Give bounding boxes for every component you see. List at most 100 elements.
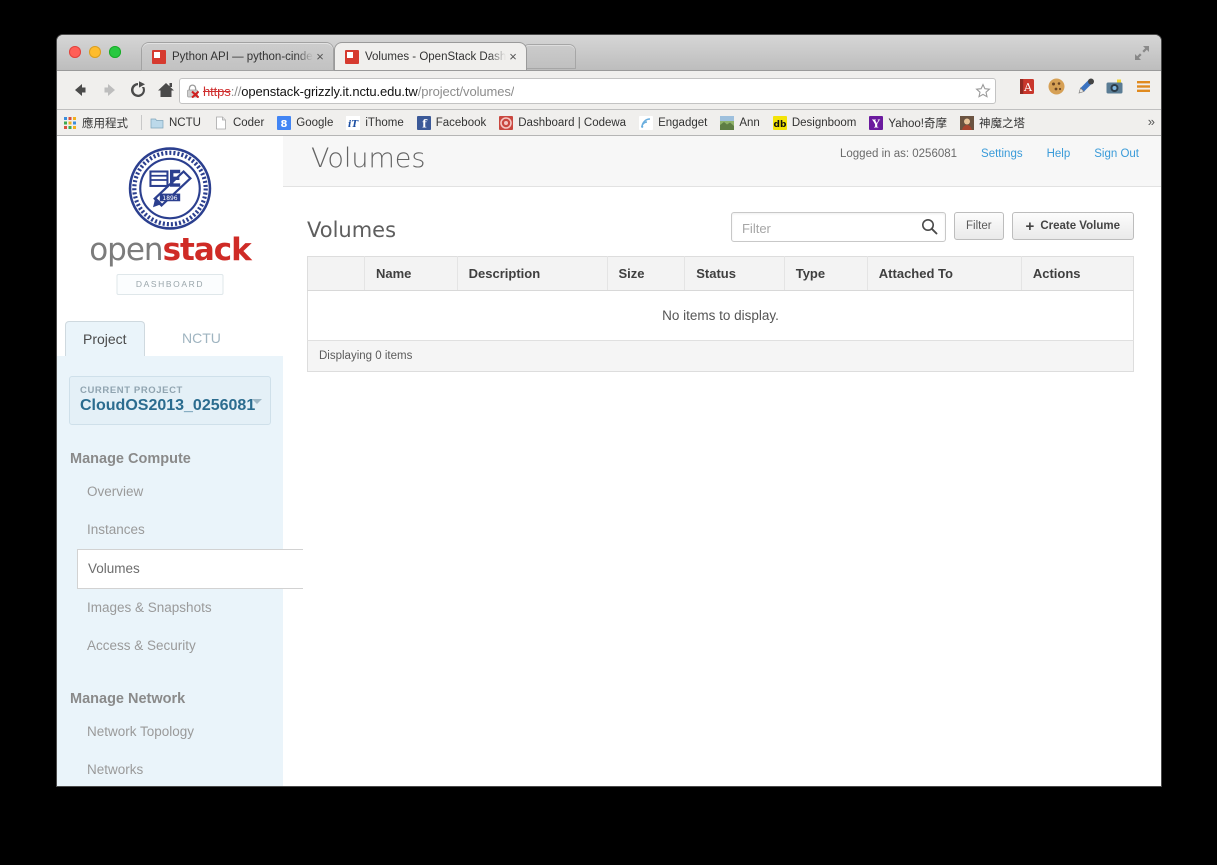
tab-title: Volumes - OpenStack Dash: [365, 50, 506, 63]
sidebar-item-networks[interactable]: Networks: [57, 751, 283, 786]
sidebar-item-overview[interactable]: Overview: [57, 473, 283, 511]
create-volume-button[interactable]: + Create Volume: [1011, 212, 1134, 240]
bookmark-yahoo[interactable]: Y Yahoo!奇摩: [869, 115, 947, 131]
tab-title: Python API — python-cinde: [172, 50, 313, 63]
bookmark-coder[interactable]: Coder: [214, 116, 264, 130]
fullscreen-icon[interactable]: [1133, 44, 1151, 62]
sidebar-nav: CURRENT PROJECT CloudOS2013_0256081 Mana…: [57, 356, 303, 786]
codewars-icon: [499, 115, 514, 130]
url-host: openstack-grizzly.it.nctu.edu.tw: [241, 83, 418, 99]
column-name[interactable]: Name: [364, 256, 458, 291]
url-text: https://openstack-grizzly.it.nctu.edu.tw…: [203, 84, 514, 99]
logo-open: open: [89, 232, 163, 268]
panel-toolbar: Volumes Filter + Create Volume: [307, 210, 1134, 256]
bookmark-label: Facebook: [435, 116, 487, 129]
minimize-window-button[interactable]: [89, 46, 101, 58]
bookmark-label: Dashboard | Codewa: [518, 116, 627, 129]
settings-link[interactable]: Settings: [981, 148, 1023, 160]
sidebar-item-access-security[interactable]: Access & Security: [57, 627, 283, 665]
forward-arrow-icon: [104, 84, 115, 96]
volumes-table: Name Description Size Status Type Attach…: [307, 256, 1134, 341]
nctu-seal-icon: 1896: [128, 147, 212, 230]
filter-button[interactable]: Filter: [953, 212, 1004, 240]
sidebar-item-images-snapshots[interactable]: Images & Snapshots: [57, 589, 283, 627]
sidebar-item-volumes[interactable]: Volumes: [77, 549, 303, 589]
current-project-name: CloudOS2013_0256081: [80, 397, 256, 414]
search-box[interactable]: [730, 212, 946, 243]
facebook-icon: f: [416, 115, 431, 130]
address-bar[interactable]: https://openstack-grizzly.it.nctu.edu.tw…: [179, 78, 996, 104]
sidebar: 1896 openstack DASHBOARD Project NCTU CU…: [57, 136, 303, 786]
sidebar-item-network-topology[interactable]: Network Topology: [57, 713, 283, 751]
folder-icon: [150, 116, 164, 130]
photo-icon: [720, 115, 735, 130]
broken-https-lock-icon[interactable]: [186, 84, 200, 99]
search-input[interactable]: [739, 213, 919, 243]
logged-in-as: Logged in as: 0256081: [840, 148, 958, 160]
svg-text:1896: 1896: [162, 195, 177, 202]
empty-message: No items to display.: [307, 290, 1134, 341]
bookmark-label: Engadget: [658, 116, 708, 129]
column-status[interactable]: Status: [684, 256, 785, 291]
browser-tab-2[interactable]: Volumes - OpenStack Dash ×: [335, 43, 526, 70]
back-arrow-icon[interactable]: [69, 79, 91, 101]
table-head: Name Description Size Status Type Attach…: [307, 256, 1134, 291]
home-icon[interactable]: [155, 79, 177, 101]
bookmark-ithome[interactable]: iT iThome: [346, 115, 404, 130]
close-window-button[interactable]: [69, 46, 81, 58]
volumes-panel: Volumes Filter + Create Volume: [307, 210, 1134, 372]
search-icon[interactable]: [921, 218, 938, 235]
google-icon: 8: [277, 115, 292, 130]
sidebar-item-instances[interactable]: Instances: [57, 511, 283, 549]
chrome-menu-icon[interactable]: [1134, 77, 1153, 96]
bookmark-label: Google: [296, 116, 334, 129]
bookmark-label: Designboom: [791, 116, 857, 129]
openstack-wordmark: openstack: [57, 232, 283, 268]
close-icon[interactable]: ×: [506, 50, 520, 63]
column-attached-to[interactable]: Attached To: [867, 256, 1022, 291]
bookmark-star-icon[interactable]: [975, 83, 991, 99]
zoom-window-button[interactable]: [109, 46, 121, 58]
bookmark-tos[interactable]: 神魔之塔: [960, 115, 1025, 131]
tab-nctu[interactable]: NCTU: [165, 321, 238, 356]
sidebar-tabs: Project NCTU: [57, 321, 283, 358]
cookie-icon[interactable]: [1047, 77, 1066, 96]
create-volume-label: Create Volume: [1040, 219, 1120, 232]
bookmark-designboom[interactable]: db Designboom: [772, 115, 857, 130]
bookmark-apps[interactable]: 應用程式: [63, 115, 128, 131]
column-select: [307, 256, 365, 291]
bookmark-label: Coder: [232, 116, 265, 129]
sign-out-link[interactable]: Sign Out: [1094, 148, 1139, 160]
bookmark-codewars[interactable]: Dashboard | Codewa: [499, 115, 627, 130]
tab-project[interactable]: Project: [65, 321, 145, 358]
eyedropper-icon[interactable]: [1076, 77, 1095, 96]
bookmark-engadget[interactable]: Engadget: [639, 115, 708, 130]
close-icon[interactable]: ×: [313, 50, 327, 63]
svg-text:iT: iT: [348, 120, 359, 130]
camera-icon[interactable]: [1105, 77, 1124, 96]
bookmark-label: iThome: [365, 116, 404, 129]
bookmark-nctu[interactable]: NCTU: [150, 116, 201, 130]
content-header: Volumes Logged in as: 0256081 Settings H…: [283, 136, 1161, 187]
reload-icon[interactable]: [127, 79, 149, 101]
chevron-down-icon[interactable]: [252, 399, 262, 404]
main-content: Volumes Logged in as: 0256081 Settings H…: [283, 136, 1161, 786]
tos-icon: [960, 115, 974, 130]
group-heading-manage-network: Manage Network: [70, 691, 186, 707]
browser-tab-1[interactable]: Python API — python-cinde ×: [142, 43, 333, 70]
help-link[interactable]: Help: [1047, 148, 1071, 160]
column-description[interactable]: Description: [457, 256, 608, 291]
bookmark-label: 神魔之塔: [979, 117, 1025, 130]
current-project-selector[interactable]: CURRENT PROJECT CloudOS2013_0256081: [69, 376, 271, 425]
bookmark-facebook[interactable]: f Facebook: [416, 115, 487, 130]
column-size[interactable]: Size: [607, 256, 686, 291]
new-tab-button[interactable]: [523, 45, 575, 68]
column-type[interactable]: Type: [784, 256, 868, 291]
bookmark-google[interactable]: 8 Google: [277, 115, 334, 130]
dictionary-book-icon[interactable]: A: [1018, 77, 1037, 96]
page-content: 1896 openstack DASHBOARD Project NCTU CU…: [57, 136, 1161, 786]
bookmarks-overflow-icon[interactable]: »: [1148, 114, 1155, 129]
svg-text:db: db: [773, 120, 786, 130]
bookmark-ann[interactable]: Ann: [720, 115, 760, 130]
yahoo-icon: Y: [869, 115, 884, 130]
